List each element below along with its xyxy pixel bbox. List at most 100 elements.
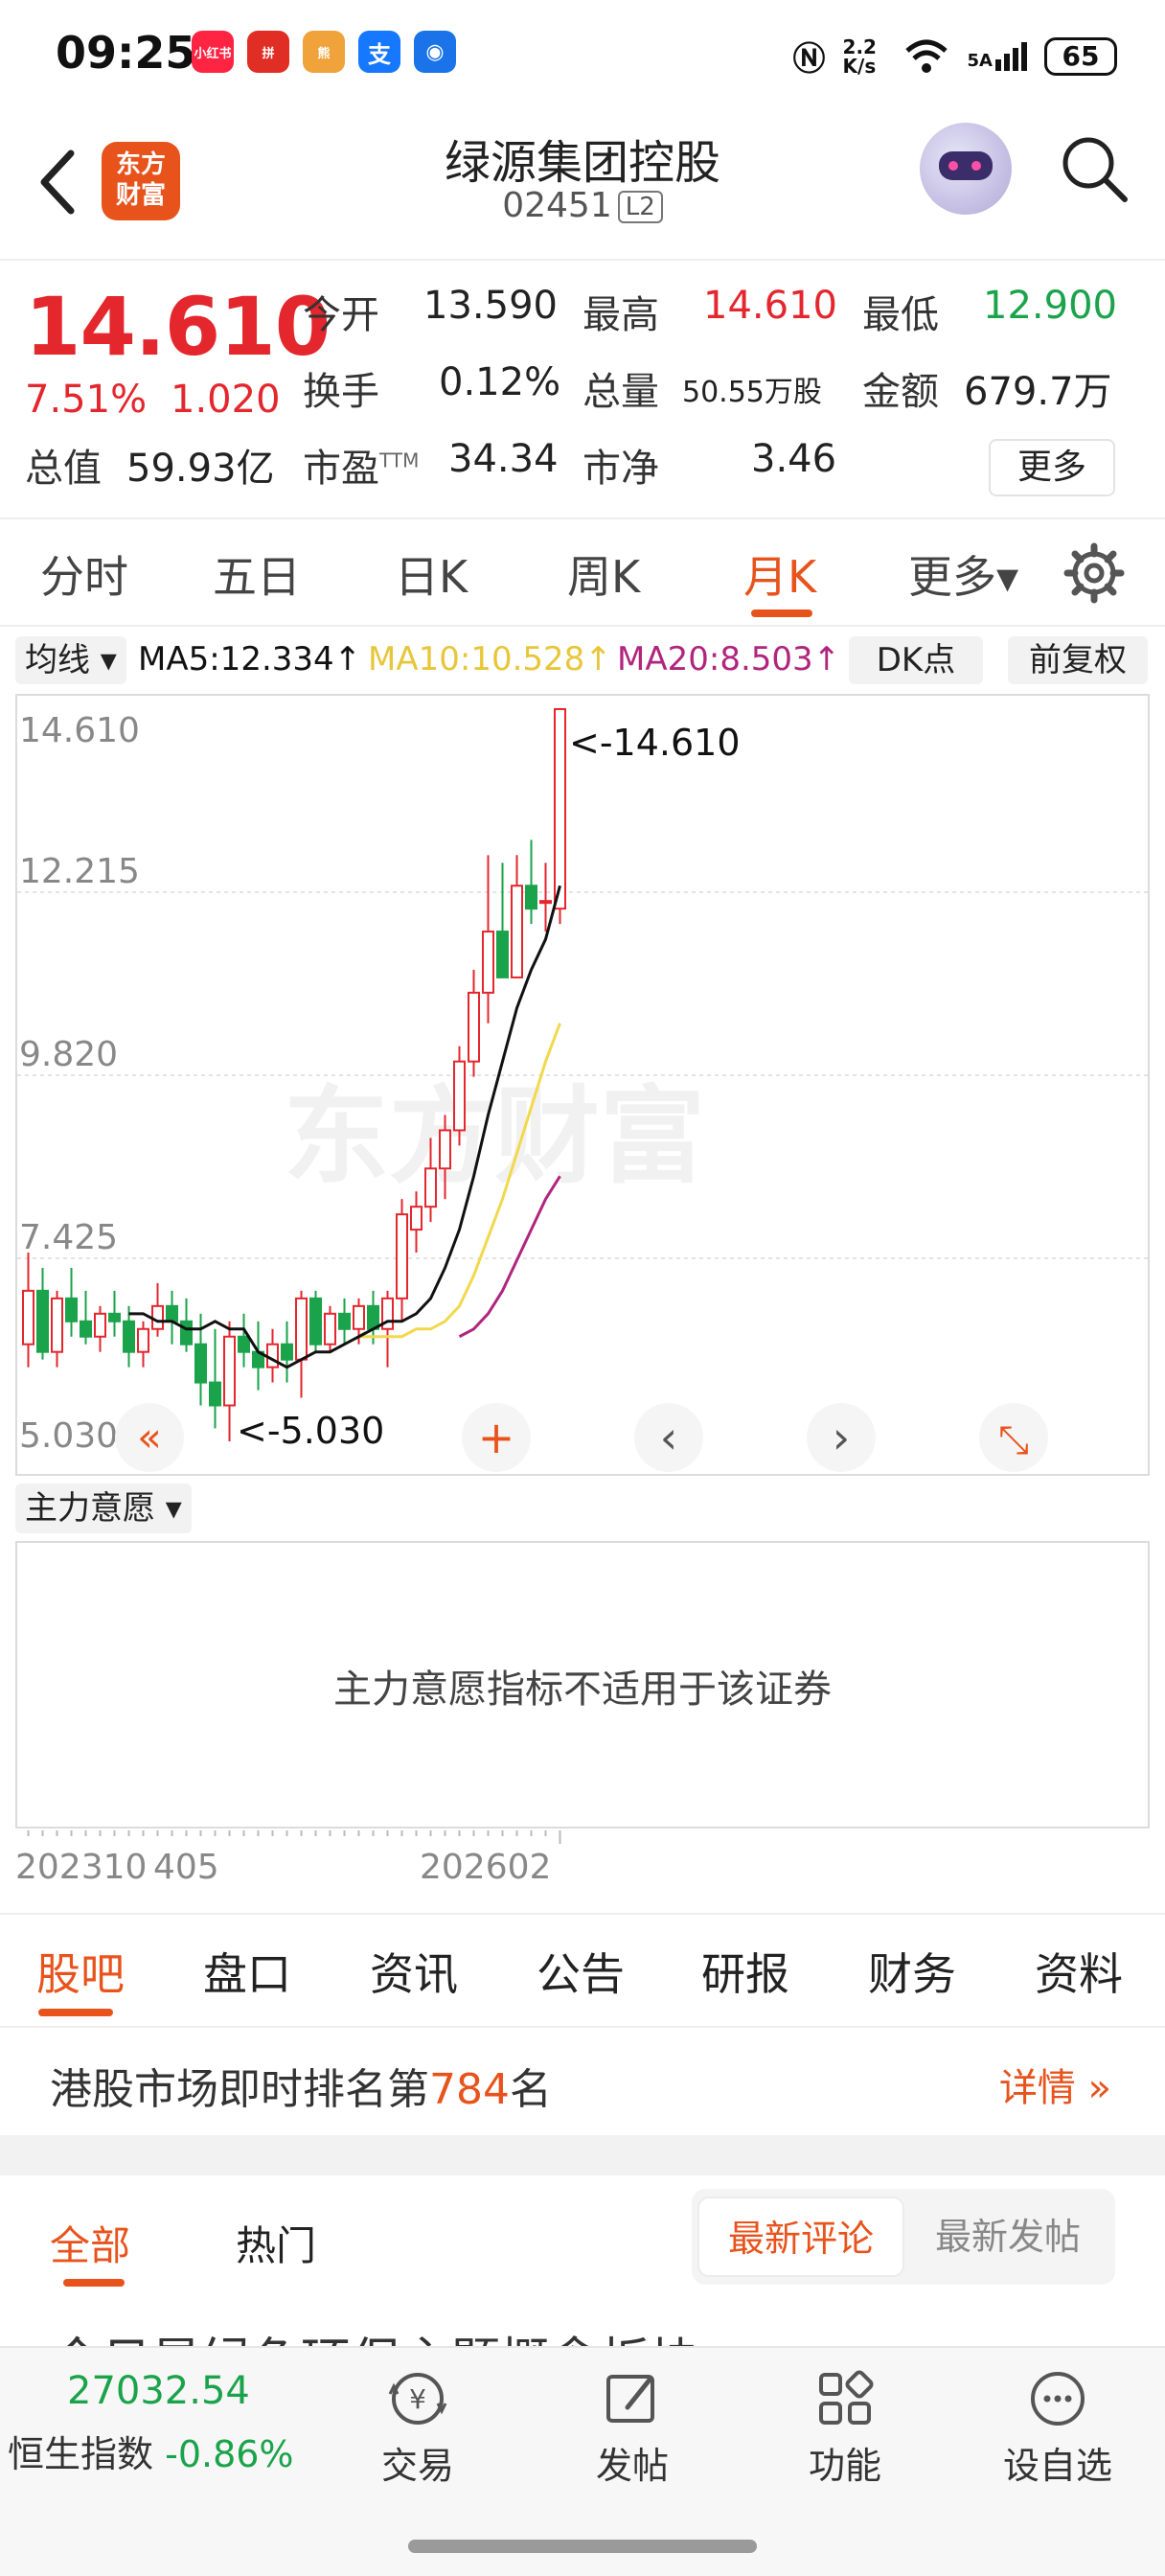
xiaohongshu-app-icon: 小红书	[192, 31, 234, 73]
bear-app-icon: 熊	[303, 31, 345, 73]
robot-right-eye	[971, 161, 981, 171]
nav-add-watchlist[interactable]: 设自选	[981, 2365, 1134, 2489]
candle-body-up	[94, 1312, 106, 1338]
active-period-underline	[751, 610, 812, 617]
fullscreen-icon[interactable]: ⤡	[998, 1418, 1029, 1462]
candle-body-down	[525, 885, 537, 910]
candle-body-up	[410, 1206, 423, 1231]
tab-announcements[interactable]: 公告	[537, 1940, 625, 2003]
sort-latest-post[interactable]: 最新发帖	[904, 2196, 1111, 2277]
candle-body-up	[22, 1289, 34, 1346]
dk-points-button[interactable]: DK点	[849, 636, 983, 684]
tab-news[interactable]: 资讯	[370, 1940, 458, 2003]
candle-body-down	[65, 1297, 78, 1322]
tab-monthly-k[interactable]: 月K	[743, 542, 816, 606]
candle-body-up	[137, 1327, 149, 1353]
status-app-icons: 小红书 拼 熊 支 ◉	[192, 31, 456, 73]
search-icon[interactable]	[1056, 130, 1132, 207]
status-bar: 09:25 小红书 拼 熊 支 ◉ Ⓝ 2.2 K/s 5A 65	[0, 0, 1165, 105]
low-value: 12.900	[983, 284, 1117, 328]
nav-post[interactable]: 发帖	[556, 2365, 709, 2489]
candle-body-down	[108, 1312, 121, 1322]
tab-daily-k[interactable]: 日K	[395, 542, 468, 606]
change-amount: 1.020	[171, 378, 281, 422]
candle-body-down	[281, 1343, 293, 1361]
open-value: 13.590	[423, 284, 558, 328]
open-label: 今开	[303, 293, 379, 337]
price-adjust-button[interactable]: 前复权	[1008, 636, 1148, 684]
candle-body-up	[554, 708, 566, 910]
nav-functions[interactable]: 功能	[768, 2365, 922, 2489]
hsi-value[interactable]: 27032.54	[67, 2369, 250, 2413]
rank-text: 港股市场即时排名第784名	[50, 2055, 552, 2116]
nav-trade[interactable]: ¥ 交易	[341, 2365, 494, 2489]
feed-tab-hot[interactable]: 热门	[236, 2214, 316, 2272]
feed-tabs: 全部 热门 最新评论 最新发帖 今日是绿色环保主题概念板块	[0, 2175, 1165, 2358]
stock-code: 02451	[502, 186, 612, 225]
market-rank-bar[interactable]: 港股市场即时排名第784名 详情 »	[0, 2030, 1165, 2135]
net-speed: 2.2 K/s	[842, 34, 877, 78]
candle-body-up	[482, 931, 494, 994]
tab-intraday[interactable]: 分时	[40, 542, 128, 606]
robot-left-eye	[948, 161, 958, 171]
change-percent: 7.51%	[25, 378, 148, 422]
zoom-in-icon[interactable]: +	[478, 1412, 515, 1463]
candle-body-up	[353, 1304, 365, 1330]
level2-badge[interactable]: L2	[617, 191, 663, 223]
rank-number: 784	[429, 2065, 510, 2114]
edit-icon	[606, 2375, 654, 2423]
hsi-label[interactable]: 恒生指数 -0.86%	[8, 2425, 294, 2477]
next-icon[interactable]: ›	[833, 1412, 850, 1463]
sub-indicator-panel: 主力意愿指标不适用于该证券	[15, 1541, 1150, 1828]
alipay-app-icon: 支	[358, 31, 400, 73]
rank-details-link[interactable]: 详情 »	[999, 2057, 1111, 2112]
candle-body-down	[80, 1320, 92, 1338]
ma5-legend: MA5:12.334↑	[138, 640, 362, 678]
tab-weekly-k[interactable]: 周K	[567, 542, 640, 606]
sort-latest-comment[interactable]: 最新评论	[697, 2196, 904, 2277]
tab-financials[interactable]: 财务	[868, 1940, 956, 2003]
sub-indicator-message: 主力意愿指标不适用于该证券	[333, 1668, 832, 1712]
tab-profile[interactable]: 资料	[1035, 1940, 1123, 2003]
tab-research[interactable]: 研报	[701, 1940, 789, 2003]
feed-tab-all[interactable]: 全部	[50, 2214, 130, 2272]
active-section-underline	[38, 2009, 113, 2016]
nav-post-label: 发帖	[595, 2445, 669, 2487]
more-dots-icon	[1031, 2372, 1085, 2426]
candle-body-down	[209, 1381, 221, 1407]
y-tick-label: 12.215	[19, 852, 140, 891]
indicator-select[interactable]: 均线 ▾	[15, 636, 126, 684]
rewind-icon[interactable]: «	[137, 1414, 162, 1460]
ma-legend-row: 均线 ▾ MA5:12.334↑ MA10:10.528↑ MA20:8.503…	[0, 632, 1165, 688]
sub-indicator-select[interactable]: 主力意愿 ▾	[15, 1484, 192, 1533]
message-app-icon: ◉	[414, 31, 456, 73]
pb-value: 3.46	[751, 437, 837, 481]
last-price: 14.610	[25, 280, 331, 374]
kline-chart[interactable]: 东方财富 14.61012.2159.8207.4255.030 <-14.61…	[15, 694, 1150, 1476]
more-quote-button[interactable]: 更多	[989, 439, 1115, 496]
robot-face	[939, 151, 993, 180]
date-ticks	[27, 1830, 561, 1844]
candle-body-up	[511, 885, 523, 978]
ma20-legend: MA20:8.503↑	[617, 640, 841, 678]
candle	[309, 1290, 322, 1352]
candle-body-down	[166, 1304, 178, 1322]
candle-body-up	[324, 1312, 336, 1346]
candle-body-down	[194, 1343, 207, 1384]
tab-five-day[interactable]: 五日	[213, 542, 301, 606]
robot-assistant-avatar[interactable]	[920, 123, 1012, 215]
gear-icon[interactable]	[1063, 542, 1125, 604]
tab-order-book[interactable]: 盘口	[203, 1940, 291, 2003]
date-mid: 405	[153, 1848, 219, 1887]
pe-ttm-sup: TTM	[379, 448, 420, 472]
section-gap	[0, 2135, 1165, 2175]
tab-more-periods[interactable]: 更多▾	[908, 542, 1018, 606]
tab-guba[interactable]: 股吧	[36, 1940, 125, 2003]
battery-indicator: 65	[1044, 36, 1117, 76]
candle-body-down	[123, 1320, 135, 1353]
chart-bottom-divider	[0, 1913, 1165, 1915]
mktcap-value: 59.93亿	[126, 447, 275, 491]
prev-icon[interactable]: ‹	[660, 1412, 677, 1463]
quote-panel: 14.610 7.51% 1.020 今开 13.590 最高 14.610 最…	[0, 261, 1165, 519]
trade-icon: ¥	[388, 2373, 447, 2425]
